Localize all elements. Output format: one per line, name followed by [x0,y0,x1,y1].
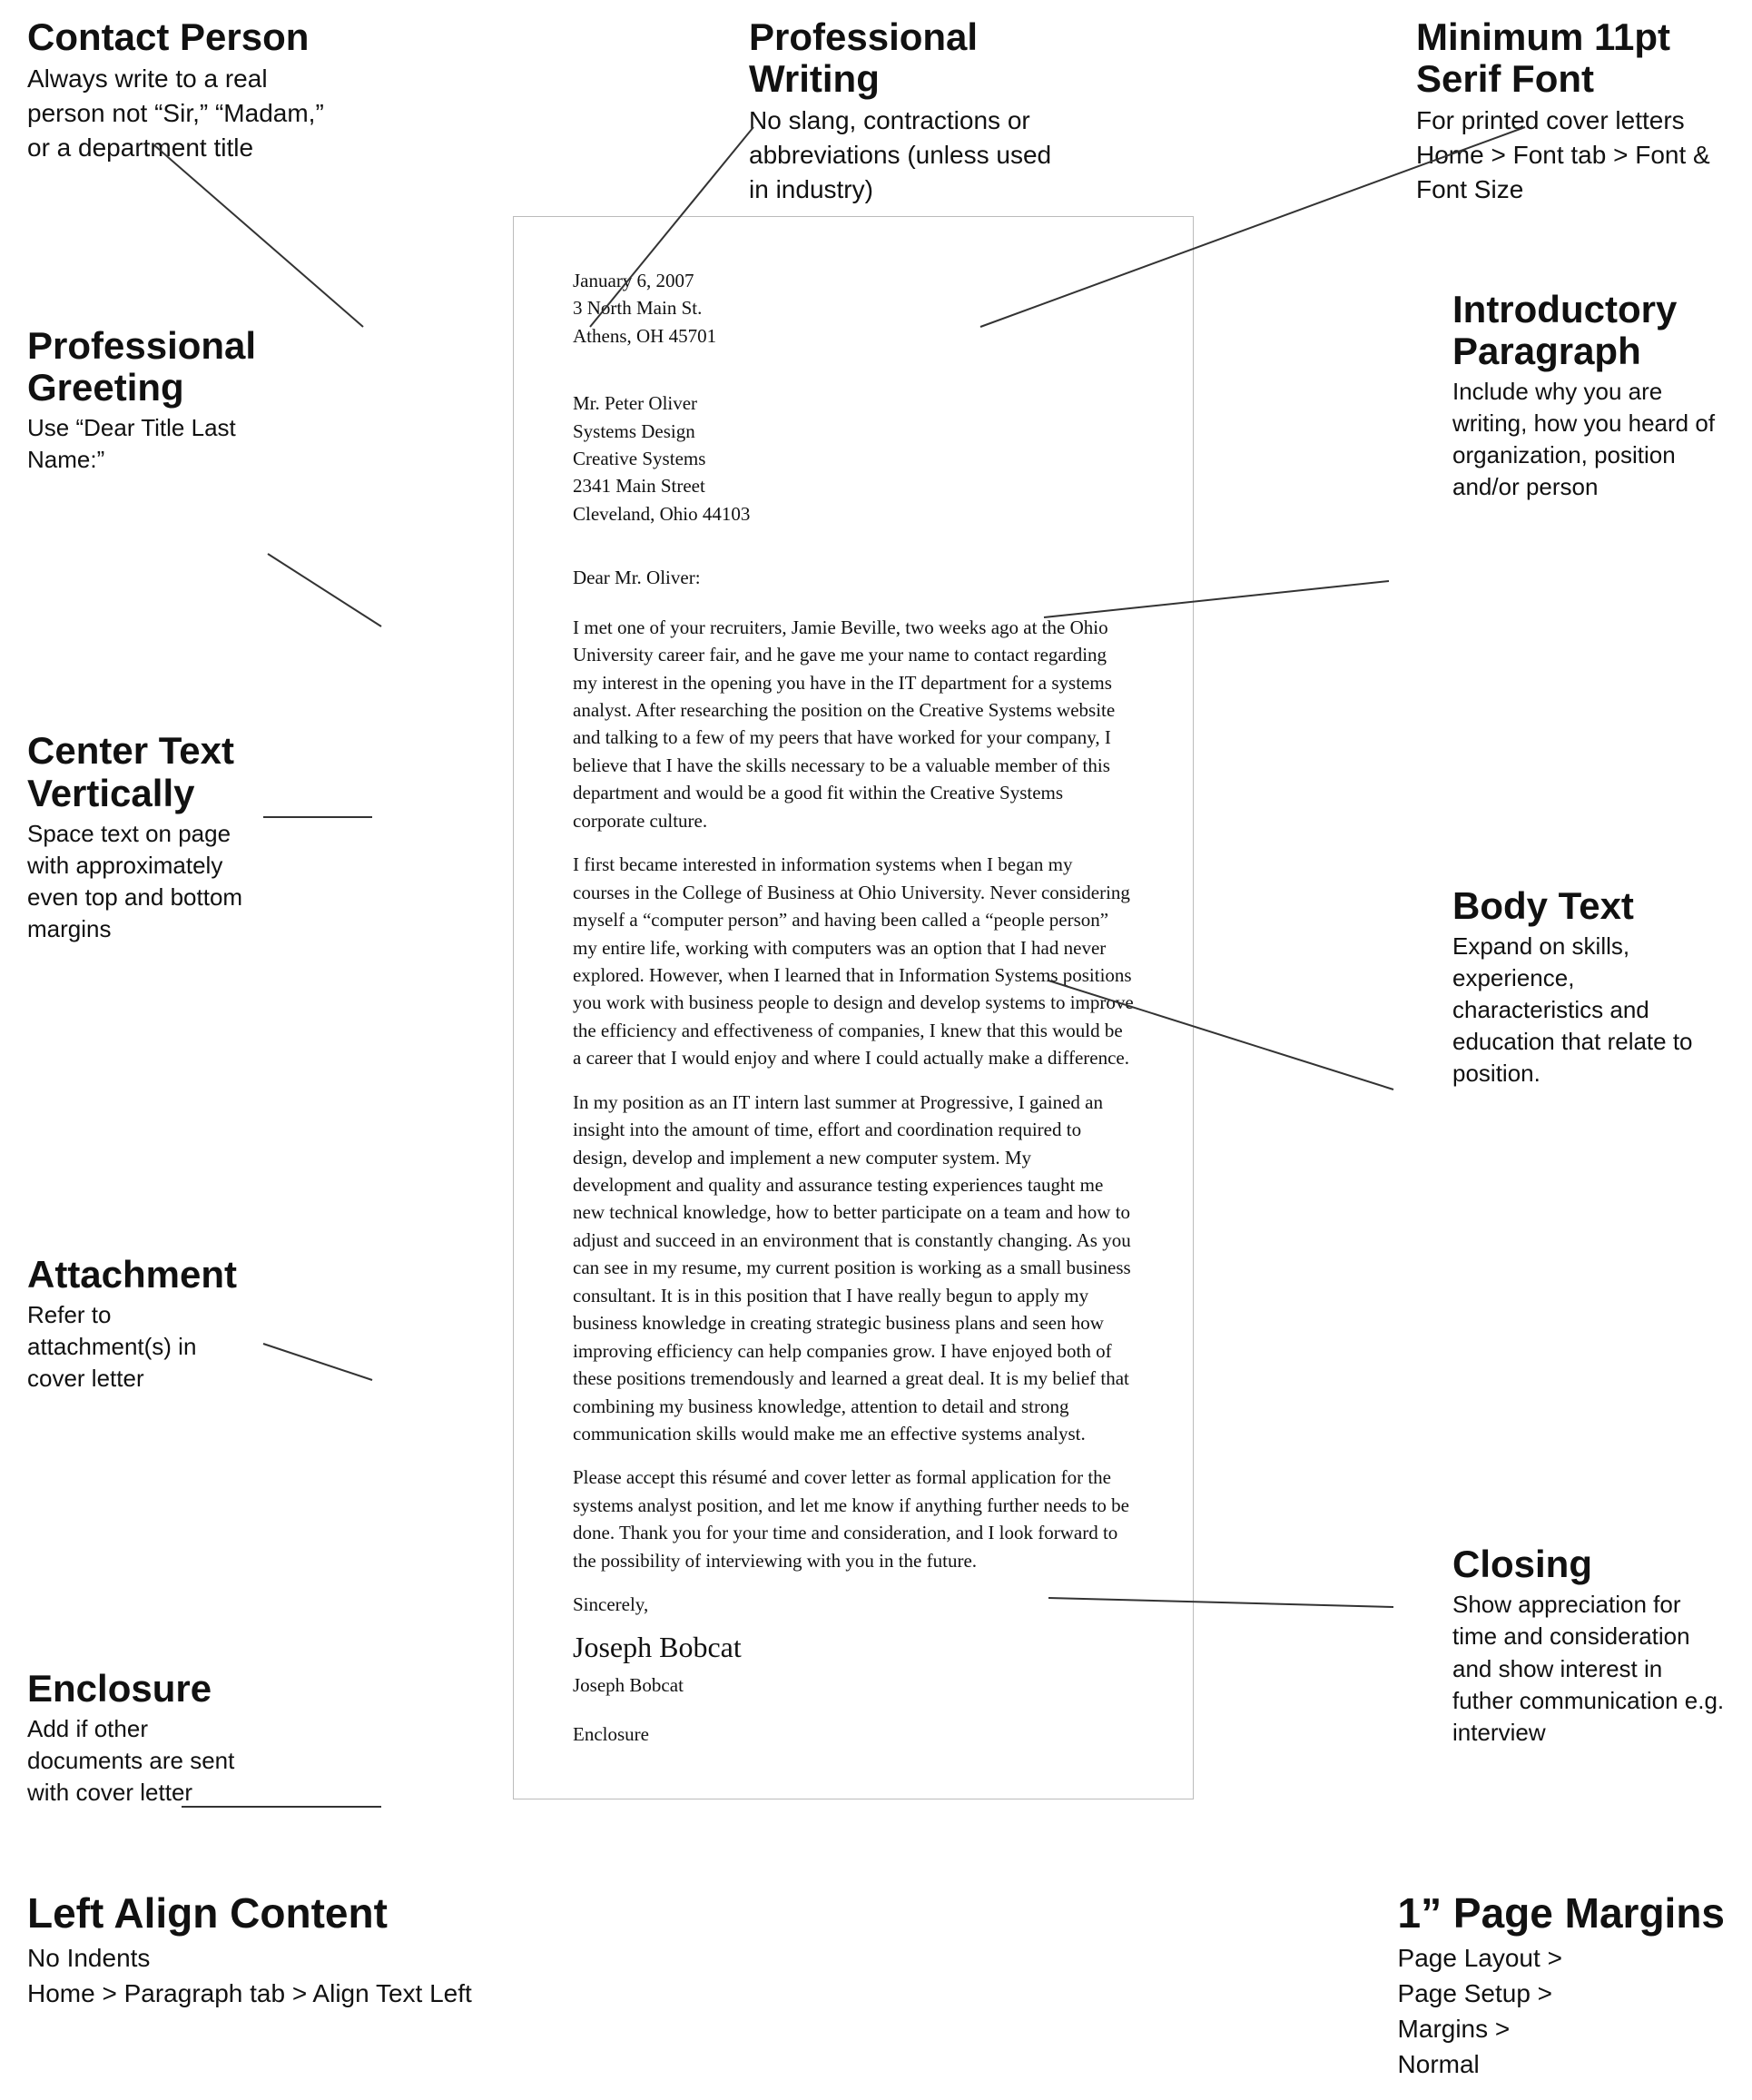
page-margins-annotation: 1” Page Margins Page Layout >Page Setup … [1398,1890,1725,2082]
letter-container: January 6, 2007 3 North Main St. Athens,… [272,216,1434,1845]
left-sidebar: Professional Greeting Use “Dear Title La… [0,216,272,1845]
contact-person-body: Always write to a real person not “Sir,”… [27,62,336,164]
minimum-font-title: Minimum 11pt Serif Font [1416,16,1725,100]
professional-greeting-annotation: Professional Greeting Use “Dear Title La… [27,325,254,477]
page-margins-body: Page Layout >Page Setup >Margins >Normal [1398,1940,1725,2083]
introductory-body: Include why you are writing, how you hea… [1452,376,1725,503]
sender-date: January 6, 2007 [573,267,1134,294]
professional-greeting-title: Professional Greeting [27,325,254,409]
right-sidebar: IntroductoryParagraph Include why you ar… [1434,216,1752,1845]
enclosure-title: Enclosure [27,1668,254,1710]
page-margins-title: 1” Page Margins [1398,1890,1725,1937]
letter-para-2: I first became interested in information… [573,851,1134,1072]
attachment-body: Refer to attachment(s) in cover letter [27,1299,254,1395]
enclosure-line: Enclosure [573,1708,1134,1748]
recipient-company: Creative Systems [573,445,1134,472]
main-layout: Professional Greeting Use “Dear Title La… [0,216,1752,1845]
enclosure-text: Enclosure [573,1720,1134,1748]
center-text-body: Space text on page with ap­proximately e… [27,818,254,945]
professional-greeting-body: Use “Dear Title Last Name:” [27,412,254,476]
left-align-title: Left Align Content [27,1890,472,1937]
letter-para-4: Please accept this résumé and cover lett… [573,1464,1134,1574]
introductory-annotation: IntroductoryParagraph Include why you ar… [1452,289,1725,504]
left-align-annotation: Left Align Content No IndentsHome > Para… [27,1890,472,2082]
closing-block: Sincerely, Joseph Bobcat Joseph Bobcat [573,1591,1134,1699]
recipient-title: Systems Design [573,418,1134,445]
top-annotations: Contact Person Always write to a real pe… [0,0,1752,207]
professional-writing-body: No slang, contractions or abbreviations … [749,104,1058,206]
recipient-block: Mr. Peter Oliver Systems Design Creative… [573,389,1134,527]
contact-person-annotation: Contact Person Always write to a real pe… [27,16,336,207]
attachment-annotation: Attachment Refer to attachment(s) in cov… [27,1254,254,1395]
closing-body: Show appreciation for time and considera… [1452,1589,1725,1748]
contact-person-title: Contact Person [27,16,336,58]
introductory-title: IntroductoryParagraph [1452,289,1725,372]
page-wrapper: Contact Person Always write to a real pe… [0,0,1752,2100]
recipient-name: Mr. Peter Oliver [573,389,1134,417]
body-text-body: Expand on skills, experience, characteri… [1452,931,1725,1089]
letter-para-3: In my position as an IT intern last summ… [573,1089,1134,1448]
closing-annotation: Closing Show appreciation for time and c… [1452,1543,1725,1749]
body-text-annotation: Body Text Expand on skills, experience, … [1452,885,1725,1090]
sender-street: 3 North Main St. [573,294,1134,321]
recipient-street: 2341 Main Street [573,472,1134,499]
sender-address: January 6, 2007 3 North Main St. Athens,… [573,267,1134,350]
minimum-font-body: For printed cover lettersHome > Font tab… [1416,104,1725,206]
recipient-city: Cleveland, Ohio 44103 [573,500,1134,527]
minimum-font-annotation: Minimum 11pt Serif Font For printed cove… [1416,16,1725,207]
bottom-annotations: Left Align Content No IndentsHome > Para… [0,1863,1752,2100]
body-text-title: Body Text [1452,885,1725,927]
signature-script: Joseph Bobcat [573,1626,1134,1668]
sender-city: Athens, OH 45701 [573,322,1134,350]
professional-writing-title: Professional Writing [749,16,1058,100]
closing-title: Closing [1452,1543,1725,1585]
letter-para-1: I met one of your recruiters, Jamie Bevi… [573,614,1134,835]
left-align-body: No IndentsHome > Paragraph tab > Align T… [27,1940,472,2011]
enclosure-body: Add if other documents are sent with cov… [27,1713,254,1809]
signature-typed: Joseph Bobcat [573,1671,1134,1699]
salutation: Dear Mr. Oliver: [573,564,1134,591]
letter-paper: January 6, 2007 3 North Main St. Athens,… [513,216,1194,1799]
center-text-title: Center TextVertically [27,730,254,813]
enclosure-annotation: Enclosure Add if other documents are sen… [27,1668,254,1809]
center-text-annotation: Center TextVertically Space text on page… [27,730,254,945]
attachment-title: Attachment [27,1254,254,1296]
closing-text: Sincerely, [573,1591,1134,1618]
professional-writing-annotation: Professional Writing No slang, contracti… [749,16,1058,207]
